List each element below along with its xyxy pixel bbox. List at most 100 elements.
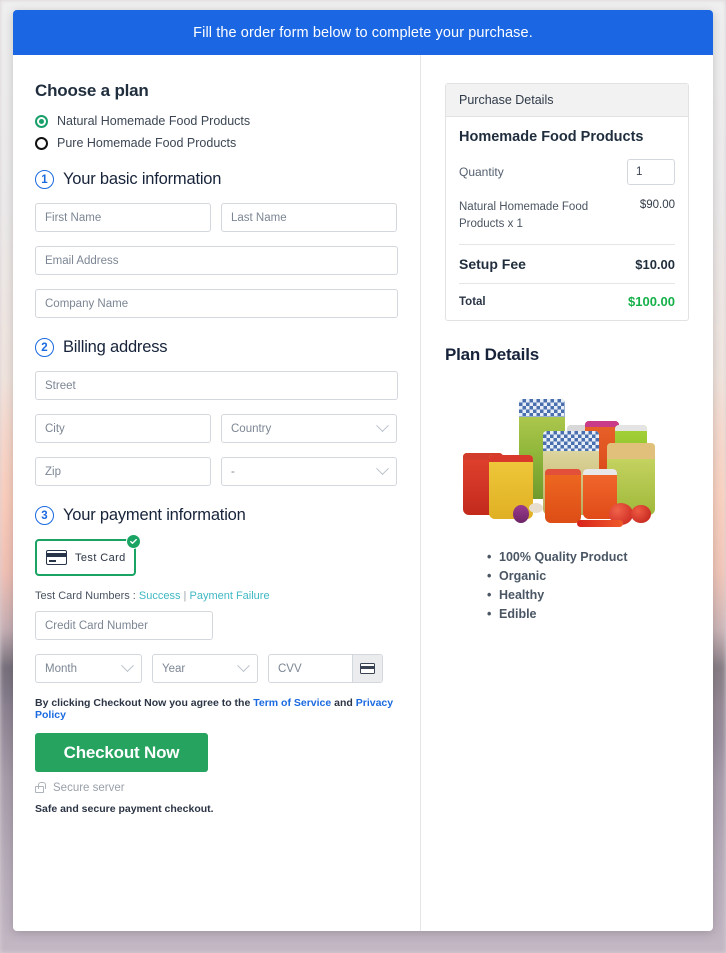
test-card-method-tile[interactable]: Test Card <box>35 534 141 576</box>
jar <box>545 469 581 524</box>
company-field-row: Company Name <box>35 289 398 318</box>
plan-product-image <box>457 379 677 529</box>
email-field-row: Email Address <box>35 246 398 275</box>
step-number-badge: 3 <box>35 506 54 525</box>
order-form-column: Choose a plan Natural Homemade Food Prod… <box>13 55 421 931</box>
expiry-year-select[interactable]: Year <box>152 654 258 683</box>
line-item-name: Natural Homemade Food Products x 1 <box>459 201 589 230</box>
chevron-down-icon <box>237 659 250 673</box>
list-item: 100% Quality Product <box>487 549 689 566</box>
banner-text: Fill the order form below to complete yo… <box>193 24 533 41</box>
last-name-input[interactable]: Last Name <box>221 203 397 232</box>
credit-card-number-input[interactable]: Credit Card Number <box>35 611 213 640</box>
street-field-row: Street <box>35 371 398 400</box>
first-name-input[interactable]: First Name <box>35 203 211 232</box>
month-select-value: Month <box>45 662 77 675</box>
step-2-heading: 2 Billing address <box>35 338 398 357</box>
onion <box>513 505 529 524</box>
cvv-field-group: CVV <box>268 654 383 683</box>
chevron-down-icon <box>376 419 389 433</box>
test-card-label: Test Card <box>75 551 126 564</box>
step-number-badge: 2 <box>35 338 54 357</box>
step-number-badge: 1 <box>35 170 54 189</box>
credit-card-row: Credit Card Number <box>35 611 398 640</box>
list-item: Healthy <box>487 587 689 604</box>
terms-and: and <box>331 697 356 709</box>
year-select-value: Year <box>162 662 186 675</box>
chevron-down-icon <box>121 659 134 673</box>
cvv-help-button[interactable] <box>352 655 382 682</box>
street-input[interactable]: Street <box>35 371 398 400</box>
purchase-details-panel: Purchase Details Homemade Food Products … <box>445 83 689 322</box>
state-select-value: - <box>231 465 235 478</box>
line-item-row: Natural Homemade Food Products x 1 $90.0… <box>459 199 675 244</box>
zip-input[interactable]: Zip <box>35 457 211 486</box>
step-title: Your payment information <box>63 506 246 524</box>
jar-lid <box>489 455 533 463</box>
list-item: Edible <box>487 606 689 623</box>
card-back-icon <box>360 663 375 674</box>
expiry-month-select[interactable]: Month <box>35 654 142 683</box>
checkout-card: Fill the order form below to complete yo… <box>13 10 713 931</box>
quantity-input[interactable]: 1 <box>627 159 675 185</box>
check-circle-icon <box>126 534 141 549</box>
card-body: Choose a plan Natural Homemade Food Prod… <box>13 55 713 931</box>
chili-pepper <box>577 520 623 528</box>
jar-lid <box>545 469 581 476</box>
quantity-label: Quantity <box>459 165 504 179</box>
test-card-numbers-line: Test Card Numbers : Success | Payment Fa… <box>35 590 398 602</box>
plan-details-heading: Plan Details <box>445 345 539 365</box>
purchase-details-header: Purchase Details <box>446 84 688 117</box>
step-title: Billing address <box>63 338 168 356</box>
secure-server-row: Secure server <box>35 782 398 794</box>
plan-option-pure[interactable]: Pure Homemade Food Products <box>35 136 398 150</box>
setup-fee-amount: $10.00 <box>635 256 675 272</box>
state-select[interactable]: - <box>221 457 397 486</box>
email-input[interactable]: Email Address <box>35 246 398 275</box>
plan-option-natural[interactable]: Natural Homemade Food Products <box>35 114 398 128</box>
lock-icon <box>35 782 46 793</box>
terms-of-service-link[interactable]: Term of Service <box>253 697 331 709</box>
plan-option-label: Natural Homemade Food Products <box>57 114 251 128</box>
choose-plan-heading: Choose a plan <box>35 81 149 100</box>
checkout-now-button[interactable]: Checkout Now <box>35 733 208 772</box>
radio-unselected-icon[interactable] <box>35 136 48 150</box>
page-banner: Fill the order form below to complete yo… <box>13 10 713 55</box>
terms-notice: By clicking Checkout Now you agree to th… <box>35 697 398 721</box>
setup-fee-row: Setup Fee $10.00 <box>459 245 675 283</box>
success-test-card-link[interactable]: Success <box>139 590 181 602</box>
plan-features-list: 100% Quality Product Organic Healthy Edi… <box>487 549 689 623</box>
total-label: Total <box>459 295 486 308</box>
purchase-details-body: Homemade Food Products Quantity 1 Natura… <box>446 117 688 320</box>
company-name-input[interactable]: Company Name <box>35 289 398 318</box>
step-1-heading: 1 Your basic information <box>35 170 398 189</box>
tomato <box>631 505 651 524</box>
purchase-summary-column: Purchase Details Homemade Food Products … <box>421 55 713 931</box>
garlic <box>529 503 543 514</box>
zip-state-row: Zip - <box>35 457 398 486</box>
payment-failure-test-card-link[interactable]: Payment Failure <box>189 590 269 602</box>
jar-lid <box>543 431 599 452</box>
test-card-numbers-label: Test Card Numbers : <box>35 590 139 602</box>
jar-lid <box>583 469 617 476</box>
jar-lid <box>519 399 565 418</box>
jar-lid <box>607 443 655 460</box>
credit-card-icon <box>46 550 67 565</box>
city-input[interactable]: City <box>35 414 211 443</box>
jar-lid <box>585 421 619 428</box>
list-item: Organic <box>487 568 689 585</box>
country-select[interactable]: Country <box>221 414 397 443</box>
secure-server-label: Secure server <box>53 782 125 794</box>
terms-prefix: By clicking Checkout Now you agree to th… <box>35 697 254 709</box>
quantity-row: Quantity 1 <box>459 159 675 185</box>
country-select-value: Country <box>231 422 272 435</box>
cvv-input[interactable]: CVV <box>269 655 352 682</box>
total-row: Total $100.00 <box>459 284 675 309</box>
total-amount: $100.00 <box>628 294 675 310</box>
expiry-cvv-row: Month Year CVV <box>35 654 398 683</box>
jar-lid <box>615 425 647 432</box>
line-item-amount: $90.00 <box>639 199 675 211</box>
setup-fee-label: Setup Fee <box>459 256 526 273</box>
radio-selected-icon[interactable] <box>35 114 48 128</box>
name-field-row: First Name Last Name <box>35 203 398 232</box>
